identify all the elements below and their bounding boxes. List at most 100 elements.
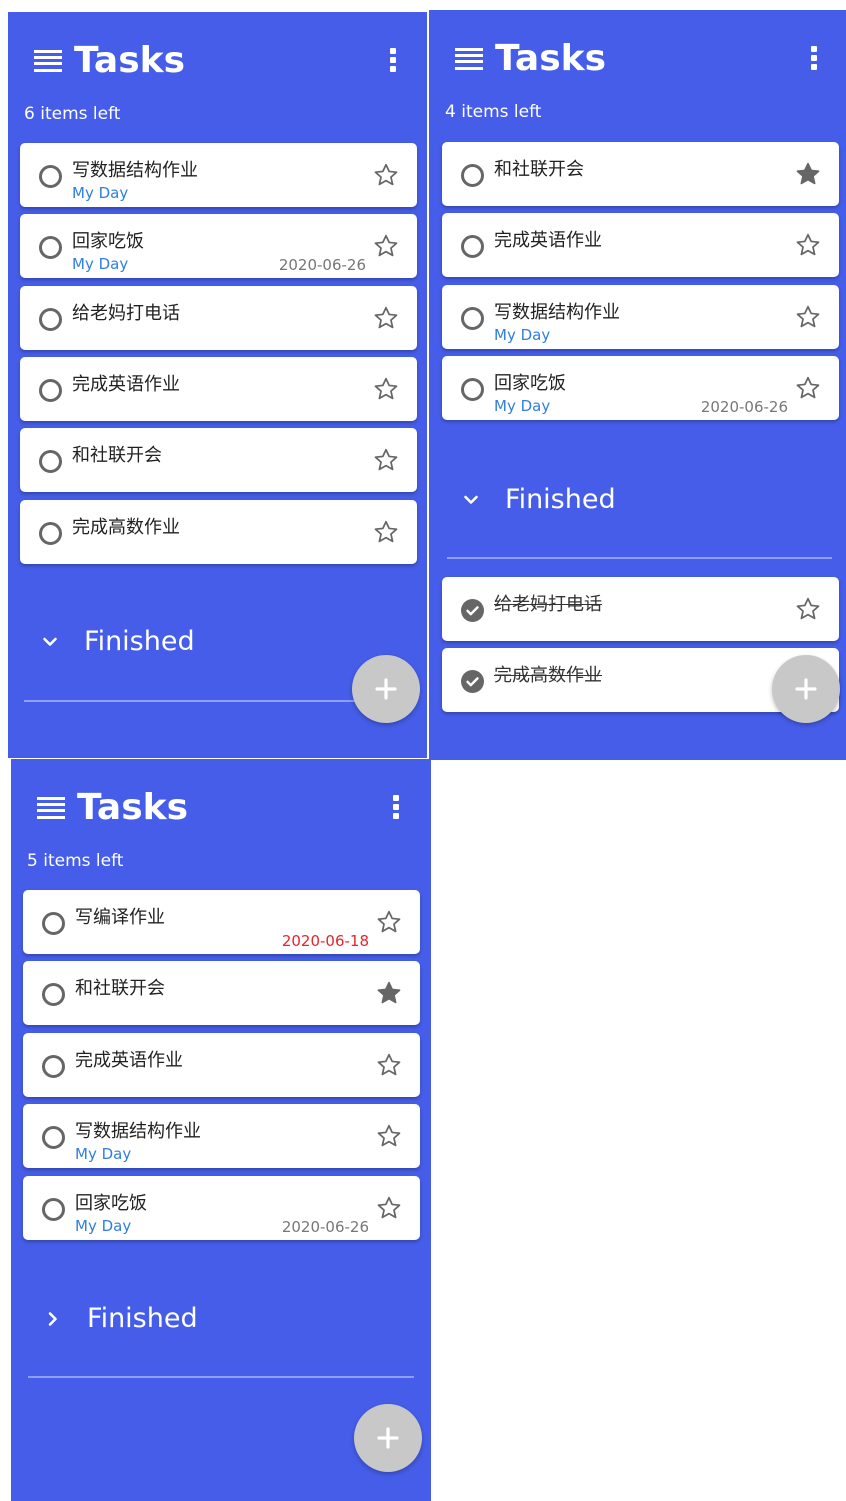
task-card[interactable]: 写数据结构作业 My Day	[23, 1104, 420, 1168]
more-vertical-icon[interactable]	[390, 48, 396, 72]
section-divider	[447, 557, 832, 559]
task-title: 写数据结构作业	[75, 1121, 201, 1142]
task-card[interactable]: 回家吃饭 My Day 2020-06-26	[442, 356, 839, 420]
section-divider	[28, 1376, 414, 1378]
star-outline-icon[interactable]	[795, 304, 821, 330]
more-vertical-icon[interactable]	[811, 46, 817, 70]
due-date: 2020-06-26	[278, 256, 366, 274]
star-outline-icon[interactable]	[376, 1123, 402, 1149]
task-title: 完成英语作业	[72, 374, 180, 395]
screen-3: Tasks 5 items left 写编译作业 2020-06-18 和社联开…	[11, 759, 431, 1501]
circle-outline-icon[interactable]	[42, 983, 65, 1006]
task-card[interactable]: 写数据结构作业 My Day	[442, 285, 839, 349]
task-title: 写数据结构作业	[494, 302, 620, 323]
star-outline-icon[interactable]	[373, 162, 399, 188]
circle-outline-icon[interactable]	[461, 164, 484, 187]
circle-outline-icon[interactable]	[42, 912, 65, 935]
circle-outline-icon[interactable]	[39, 236, 62, 259]
task-title: 回家吃饭	[72, 231, 144, 252]
due-date: 2020-06-26	[281, 1218, 369, 1236]
star-outline-icon[interactable]	[795, 596, 821, 622]
more-vertical-icon[interactable]	[393, 795, 399, 819]
star-outline-icon[interactable]	[373, 519, 399, 545]
menu-lines-icon[interactable]	[455, 48, 483, 70]
plus-icon	[795, 678, 817, 700]
circle-outline-icon[interactable]	[39, 308, 62, 331]
task-title: 给老妈打电话	[494, 594, 602, 615]
finished-section-toggle[interactable]: Finished	[429, 470, 846, 530]
finished-label: Finished	[87, 1303, 198, 1334]
star-outline-icon[interactable]	[373, 376, 399, 402]
star-outline-icon[interactable]	[376, 1052, 402, 1078]
task-title: 完成高数作业	[72, 517, 180, 538]
task-card[interactable]: 写编译作业 2020-06-18	[23, 890, 420, 954]
my-day-label: My Day	[72, 255, 129, 273]
star-outline-icon[interactable]	[795, 375, 821, 401]
items-left-count: 6 items left	[24, 104, 121, 124]
circle-outline-icon[interactable]	[461, 378, 484, 401]
star-filled-icon[interactable]	[376, 980, 402, 1006]
star-outline-icon[interactable]	[376, 909, 402, 935]
circle-outline-icon[interactable]	[461, 307, 484, 330]
task-card[interactable]: 和社联开会	[442, 142, 839, 206]
app-header: Tasks	[429, 10, 846, 108]
items-left-count: 5 items left	[27, 851, 124, 871]
task-card[interactable]: 完成英语作业	[442, 213, 839, 277]
task-card[interactable]: 完成高数作业	[20, 500, 417, 564]
check-circle-icon[interactable]	[461, 599, 484, 622]
my-day-label: My Day	[75, 1217, 132, 1235]
task-title: 回家吃饭	[494, 373, 566, 394]
star-outline-icon[interactable]	[373, 305, 399, 331]
screen-1: Tasks 6 items left 写数据结构作业 My Day 回家吃饭 M…	[8, 12, 427, 758]
menu-lines-icon[interactable]	[37, 797, 65, 819]
items-left-count: 4 items left	[445, 102, 542, 122]
app-header: Tasks	[8, 12, 427, 110]
finished-task-card[interactable]: 给老妈打电话	[442, 577, 839, 641]
star-outline-icon[interactable]	[373, 447, 399, 473]
circle-outline-icon[interactable]	[42, 1198, 65, 1221]
finished-label: Finished	[84, 626, 195, 657]
screen-2: Tasks 4 items left 和社联开会 完成英语作业 写数据结构作业 …	[429, 10, 846, 760]
circle-outline-icon[interactable]	[39, 165, 62, 188]
task-card[interactable]: 回家吃饭 My Day 2020-06-26	[23, 1176, 420, 1240]
task-card[interactable]: 回家吃饭 My Day 2020-06-26	[20, 214, 417, 278]
task-card[interactable]: 给老妈打电话	[20, 286, 417, 350]
plus-icon	[375, 678, 397, 700]
page-title: Tasks	[77, 787, 189, 828]
add-task-button[interactable]	[354, 1404, 422, 1472]
task-card[interactable]: 完成英语作业	[23, 1033, 420, 1097]
circle-outline-icon[interactable]	[42, 1055, 65, 1078]
my-day-label: My Day	[494, 397, 551, 415]
plus-icon	[377, 1427, 399, 1449]
task-title: 完成高数作业	[494, 665, 602, 686]
add-task-button[interactable]	[352, 655, 420, 723]
task-title: 给老妈打电话	[72, 303, 180, 324]
task-title: 写数据结构作业	[72, 160, 198, 181]
star-outline-icon[interactable]	[795, 232, 821, 258]
menu-lines-icon[interactable]	[34, 50, 62, 72]
circle-outline-icon[interactable]	[461, 235, 484, 258]
circle-outline-icon[interactable]	[39, 450, 62, 473]
star-outline-icon[interactable]	[376, 1195, 402, 1221]
chevron-down-icon	[43, 637, 57, 646]
finished-section-toggle[interactable]: Finished	[11, 1289, 431, 1349]
chevron-right-icon	[48, 1312, 57, 1326]
task-title: 回家吃饭	[75, 1193, 147, 1214]
due-date: 2020-06-26	[700, 398, 788, 416]
circle-outline-icon[interactable]	[39, 379, 62, 402]
add-task-button[interactable]	[772, 655, 840, 723]
my-day-label: My Day	[72, 184, 129, 202]
chevron-down-icon	[464, 495, 478, 504]
check-circle-icon[interactable]	[461, 670, 484, 693]
star-filled-icon[interactable]	[795, 161, 821, 187]
star-outline-icon[interactable]	[373, 233, 399, 259]
page-title: Tasks	[74, 40, 186, 81]
task-title: 和社联开会	[72, 445, 162, 466]
task-card[interactable]: 和社联开会	[23, 961, 420, 1025]
task-card[interactable]: 写数据结构作业 My Day	[20, 143, 417, 207]
circle-outline-icon[interactable]	[42, 1126, 65, 1149]
task-title: 写编译作业	[75, 907, 165, 928]
circle-outline-icon[interactable]	[39, 522, 62, 545]
task-card[interactable]: 完成英语作业	[20, 357, 417, 421]
task-card[interactable]: 和社联开会	[20, 428, 417, 492]
